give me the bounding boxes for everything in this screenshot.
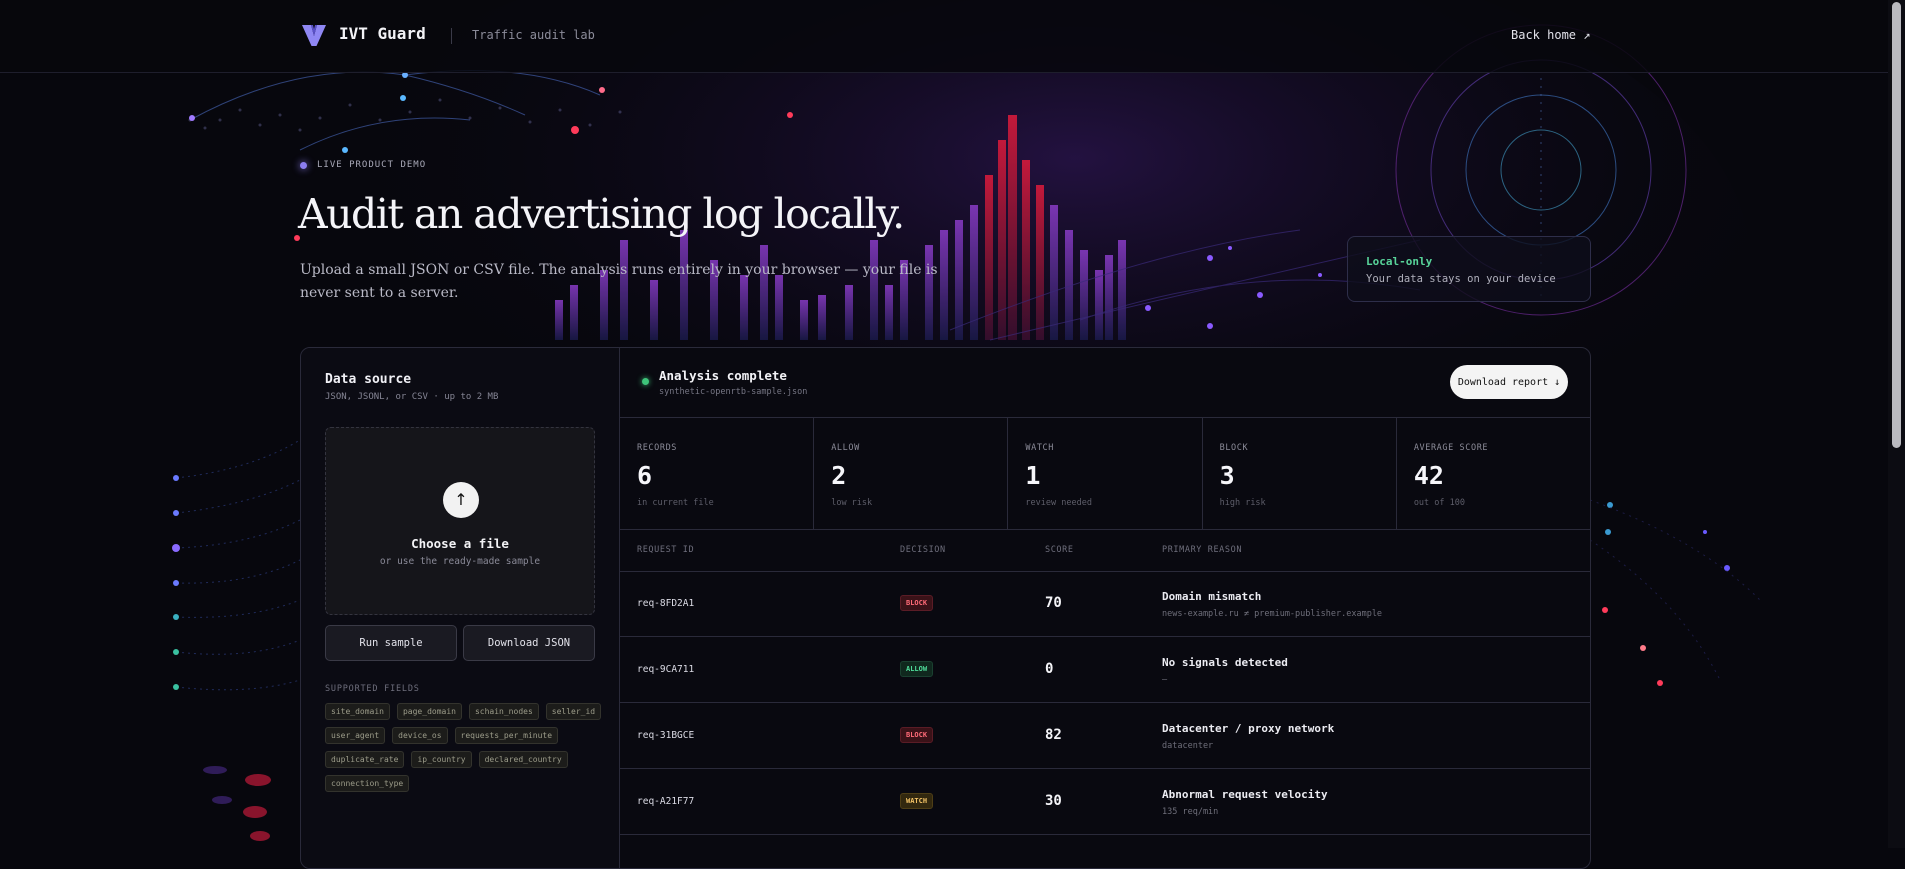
table-row[interactable]: req-31BGCE BLOCK 82 Datacenter / proxy n… [620,703,1590,769]
analysis-status-bar: Analysis complete synthetic-openrtb-samp… [620,348,1590,418]
stat-label: WATCH [1025,443,1054,453]
results-panel: Analysis complete synthetic-openrtb-samp… [620,348,1590,868]
stat-value: 2 [831,461,847,490]
page-subtitle: Upload a small JSON or CSV file. The ana… [300,262,938,301]
score-value: 70 [1045,595,1062,611]
request-id: req-9CA711 [637,664,695,675]
field-chip: device_os [392,727,448,744]
decision-badge: BLOCK [900,595,934,611]
brand-name: IVT Guard [339,24,426,43]
primary-reason: No signals detected [1162,656,1288,669]
page-scrollbar[interactable] [1888,0,1905,848]
status-filename: synthetic-openrtb-sample.json [659,387,808,397]
field-chip: duplicate_rate [325,751,405,768]
table-header: REQUEST ID DECISION SCORE PRIMARY REASON [620,529,1590,572]
demo-kicker: LIVE PRODUCT DEMO [300,160,426,170]
stat-value: 1 [1025,461,1041,490]
data-source-subtitle: JSON, JSONL, or CSV · up to 2 MB [325,392,499,402]
header-tagline: Traffic audit lab [472,28,595,42]
decision-badge: ALLOW [900,661,934,677]
local-only-desc: Your data stays on your device [1366,273,1556,285]
reason-detail: — [1162,675,1168,685]
stat-note: review needed [1025,498,1092,508]
stat-records: RECORDS 6 in current file [620,417,815,529]
data-source-panel: Data source JSON, JSONL, or CSV · up to … [301,348,620,868]
column-header-decision: DECISION [900,545,946,555]
stat-label: AVERAGE SCORE [1413,443,1489,453]
field-chip: requests_per_minute [454,727,559,744]
reason-detail: 135 req/min [1162,807,1219,817]
page-title: Audit an advertising log locally. [298,190,905,238]
choose-file-label: Choose a file [411,536,509,551]
live-dot-icon [300,161,307,169]
request-id: req-A21F77 [637,796,695,807]
table-row[interactable]: req-8FD2A1 BLOCK 70 Domain mismatch news… [620,571,1590,637]
decision-badge: BLOCK [900,727,934,743]
field-chip: site_domain [325,703,390,720]
score-value: 82 [1045,727,1062,743]
stat-average-score: AVERAGE SCORE 42 out of 100 [1397,417,1590,529]
download-report-button[interactable]: Download report ↓ [1450,365,1568,399]
stat-note: low risk [831,498,873,508]
stat-block: BLOCK 3 high risk [1203,417,1397,529]
stat-note: out of 100 [1413,498,1465,508]
field-chip: seller_id [545,703,602,720]
status-title: Analysis complete [659,368,787,383]
reason-detail: datacenter [1162,741,1214,751]
download-json-button[interactable]: Download JSON [463,625,595,661]
or-sample-hint: or use the ready-made sample [379,556,541,567]
logo-icon [302,25,326,46]
data-source-title: Data source [325,372,412,387]
status-dot-icon [642,378,649,385]
stat-label: RECORDS [637,443,678,453]
field-chip: page_domain [396,703,462,720]
upload-arrow-icon[interactable]: ↑ [443,482,479,518]
score-value: 0 [1045,661,1054,677]
stat-label: ALLOW [831,443,860,453]
column-header-request-id: REQUEST ID [637,545,695,555]
primary-reason: Domain mismatch [1162,590,1262,603]
request-id: req-8FD2A1 [637,598,695,609]
stat-allow: ALLOW 2 low risk [814,417,1009,529]
local-only-title: Local-only [1366,255,1433,268]
file-dropzone[interactable]: ↑ Choose a file or use the ready-made sa… [325,427,595,615]
summary-stats: RECORDS 6 in current file ALLOW 2 low ri… [620,417,1590,530]
primary-reason: Datacenter / proxy network [1162,722,1335,735]
score-value: 30 [1045,793,1062,809]
local-only-card: Local-only Your data stays on your devic… [1347,236,1591,302]
column-header-reason: PRIMARY REASON [1162,545,1243,555]
top-header: IVT Guard Traffic audit lab Back home ↗ [0,0,1888,73]
supported-fields-list: site_domain page_domain schain_nodes sel… [325,703,605,792]
stat-value: 3 [1219,461,1235,490]
reason-detail: news-example.ru ≠ premium-publisher.exam… [1162,609,1383,619]
back-home-link[interactable]: Back home ↗ [1511,28,1590,42]
header-divider [451,28,452,44]
table-row[interactable]: req-A21F77 WATCH 30 Abnormal request vel… [620,769,1590,835]
stat-value: 42 [1413,461,1444,490]
stat-watch: WATCH 1 review needed [1008,417,1203,529]
scrollbar-thumb[interactable] [1892,2,1901,448]
table-row[interactable]: req-9CA711 ALLOW 0 No signals detected — [620,637,1590,703]
request-id: req-31BGCE [637,730,695,741]
run-sample-button[interactable]: Run sample [325,625,457,661]
field-chip: user_agent [325,727,386,744]
stat-note: high risk [1219,498,1266,508]
column-header-score: SCORE [1045,545,1074,555]
kicker-label: LIVE PRODUCT DEMO [317,160,427,170]
stat-label: BLOCK [1219,443,1249,453]
field-chip: connection_type [325,775,410,792]
primary-reason: Abnormal request velocity [1162,788,1328,801]
audit-panel: Data source JSON, JSONL, or CSV · up to … [300,347,1591,869]
stat-value: 6 [637,461,653,490]
decision-badge: WATCH [900,793,934,809]
field-chip: ip_country [411,751,472,768]
supported-fields-label: SUPPORTED FIELDS [325,684,420,694]
field-chip: schain_nodes [468,703,539,720]
field-chip: declared_country [478,751,568,768]
stat-note: in current file [637,498,714,508]
